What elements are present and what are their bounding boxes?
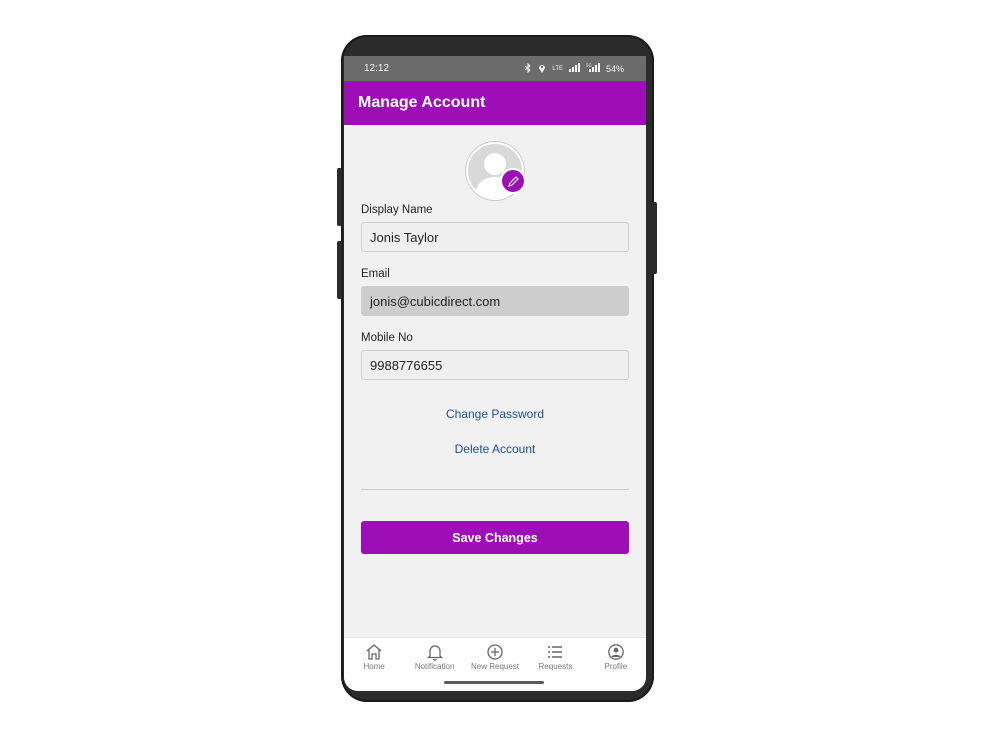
app-bar: Manage Account <box>344 81 646 125</box>
power-button <box>652 202 657 274</box>
nav-requests-label: Requests <box>538 662 573 671</box>
nav-new-request-label: New Request <box>471 662 520 671</box>
delete-account-link[interactable]: Delete Account <box>361 442 629 456</box>
nav-notification-label: Notification <box>414 662 455 671</box>
nav-profile[interactable]: Profile <box>586 638 646 691</box>
display-name-input[interactable] <box>361 222 629 252</box>
account-form: Display Name Email jonis@cubicdirect.com… <box>344 142 646 554</box>
phone-screen: 12:12 LTE 5G 54% Manage Account Display … <box>344 56 646 691</box>
email-field: jonis@cubicdirect.com <box>361 286 629 316</box>
mobile-input[interactable] <box>361 350 629 380</box>
email-label: Email <box>361 268 390 280</box>
home-icon <box>366 644 382 660</box>
volte-icon: LTE <box>552 65 563 72</box>
pencil-icon <box>507 175 519 187</box>
status-time: 12:12 <box>364 63 390 74</box>
save-changes-label: Save Changes <box>452 530 538 545</box>
avatar-container[interactable] <box>466 142 526 200</box>
signal-icon <box>568 63 580 74</box>
save-changes-button[interactable]: Save Changes <box>361 521 629 554</box>
profile-icon <box>607 644 624 660</box>
nav-profile-label: Profile <box>604 662 628 671</box>
edit-avatar-button[interactable] <box>500 168 526 194</box>
plus-circle-icon <box>487 644 503 660</box>
change-password-link[interactable]: Change Password <box>361 407 629 421</box>
nav-home-label: Home <box>363 662 385 671</box>
home-indicator <box>444 681 544 684</box>
location-icon <box>538 63 546 75</box>
list-icon <box>548 646 563 658</box>
divider <box>361 489 629 490</box>
bell-icon <box>426 645 443 661</box>
status-icons: LTE 5G 54% <box>524 62 624 75</box>
svg-text:5G: 5G <box>586 63 592 68</box>
bluetooth-icon <box>524 62 532 75</box>
display-name-label: Display Name <box>361 204 433 216</box>
mobile-label: Mobile No <box>361 332 413 344</box>
volume-down-button <box>337 241 342 299</box>
status-bar: 12:12 LTE 5G 54% <box>344 56 646 81</box>
nav-home[interactable]: Home <box>344 638 404 691</box>
battery-text: 54% <box>605 63 624 74</box>
5g-signal-icon: 5G <box>586 63 600 74</box>
volume-up-button <box>337 168 342 226</box>
page-title: Manage Account <box>358 94 486 111</box>
